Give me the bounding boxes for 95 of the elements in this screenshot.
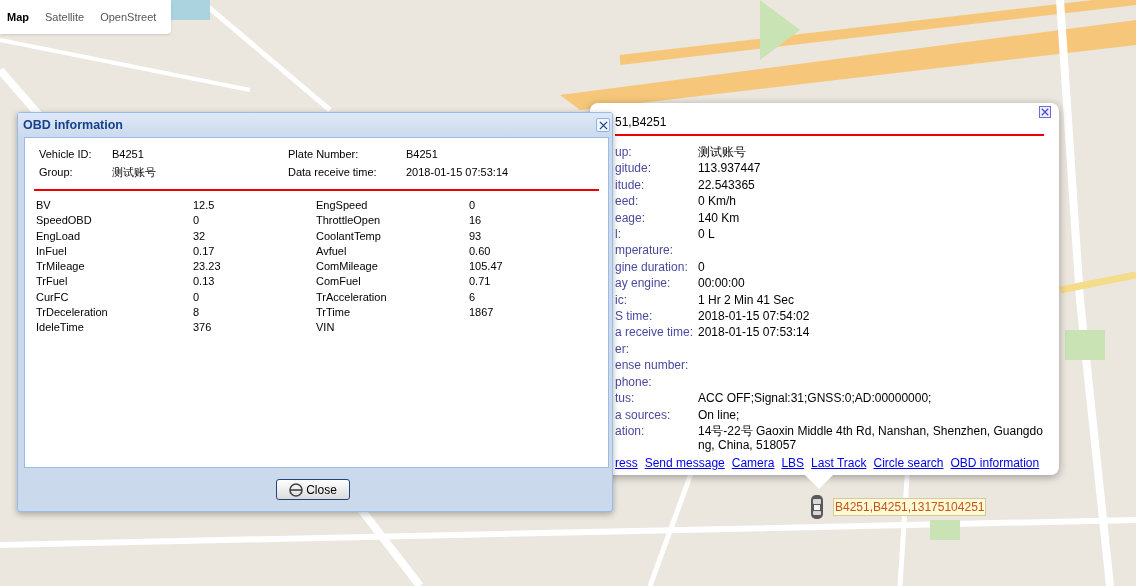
obd-parameter: TrTime: [316, 304, 351, 320]
field-value: 2018-01-15 07:53:14: [698, 324, 811, 341]
close-button[interactable]: Close: [276, 479, 350, 500]
field-value: ACC OFF;Signal:31;GNSS:0;AD:00000000;: [698, 390, 933, 407]
map-type-tab[interactable]: OpenStreet: [95, 0, 162, 34]
header-label: Plate Number:: [288, 147, 360, 162]
popup-link[interactable]: Send message: [644, 454, 725, 471]
field-value: 22.543365: [698, 176, 756, 194]
obd-value: 8: [193, 304, 201, 320]
obd-value: 93: [469, 228, 483, 244]
obd-value: 0: [193, 289, 201, 305]
popup-title: 51,B4251: [615, 114, 668, 130]
popup-link[interactable]: OBD information: [950, 454, 1040, 471]
close-icon: [1041, 108, 1049, 116]
obd-value: 0.60: [469, 243, 492, 259]
obd-parameter: InFuel: [36, 243, 68, 259]
field-label: eage:: [615, 209, 647, 227]
obd-parameter: BV: [36, 198, 52, 213]
field-label: eed:: [615, 193, 640, 210]
obd-value: 12.5: [193, 198, 216, 213]
field-value: On line;: [698, 406, 741, 423]
obd-parameter: ThrottleOpen: [316, 213, 382, 229]
header-label: Data receive time:: [288, 165, 378, 180]
popup-link[interactable]: Last Track: [811, 454, 867, 471]
obd-value: 105.47: [469, 259, 504, 274]
obd-value: 16: [469, 213, 483, 229]
field-value: 测试账号: [698, 144, 747, 161]
obd-parameter: CurFC: [36, 289, 70, 305]
obd-value: 32: [193, 228, 207, 244]
obd-value: 0: [469, 198, 477, 213]
header-label: Group:: [39, 165, 74, 180]
obd-value: 376: [193, 320, 213, 335]
obd-value: 1867: [469, 304, 495, 320]
field-value: 00:00:00: [698, 275, 746, 292]
popup-link[interactable]: Camera: [731, 454, 775, 471]
close-circle-icon: [289, 482, 304, 497]
obd-parameter: ComMileage: [316, 259, 379, 274]
obd-value: 0.17: [193, 243, 216, 259]
field-label: a sources:: [615, 406, 672, 423]
vehicle-label: B4251,B4251,13175104251: [833, 498, 987, 516]
field-value: 0 L: [698, 226, 716, 243]
obd-parameter: Avfuel: [316, 243, 348, 259]
field-label: ic:: [615, 291, 628, 309]
header-label: Vehicle ID:: [39, 147, 93, 162]
header-value: B4251: [406, 147, 439, 162]
obd-value: 0.71: [469, 274, 492, 290]
obd-parameter: TrFuel: [36, 274, 69, 290]
header-value: 测试账号: [112, 165, 157, 180]
popup-link[interactable]: ress: [615, 454, 638, 471]
obd-parameter: EngSpeed: [316, 198, 369, 213]
field-label: mperature:: [615, 242, 675, 259]
field-label: ense number:: [615, 357, 690, 374]
field-label: up:: [615, 144, 633, 161]
field-label: ation:: [615, 422, 646, 440]
field-label: a receive time:: [615, 324, 695, 341]
field-value: 0: [698, 258, 706, 276]
obd-parameter: ComFuel: [316, 274, 362, 290]
field-value: 140 Km: [698, 209, 741, 227]
field-label: itude:: [615, 176, 646, 194]
popup-close-button[interactable]: [1039, 106, 1051, 118]
popup-link[interactable]: LBS: [781, 454, 805, 471]
map-type-tab[interactable]: Map: [2, 0, 34, 34]
field-value: 0 Km/h: [698, 193, 737, 210]
field-label: ay engine:: [615, 275, 672, 292]
obd-parameter: SpeedOBD: [36, 213, 93, 229]
dialog-title: OBD information: [23, 116, 123, 134]
field-label: l:: [615, 226, 622, 243]
field-value: 2018-01-15 07:54:02: [698, 308, 811, 325]
header-value: B4251: [112, 147, 145, 162]
close-icon: [598, 120, 608, 130]
field-label: phone:: [615, 373, 653, 391]
map-type-tab[interactable]: Satellite: [40, 0, 90, 34]
field-label: er:: [615, 340, 630, 358]
obd-parameter: TrMileage: [36, 259, 86, 274]
obd-parameter: EngLoad: [36, 228, 82, 244]
popup-link[interactable]: Circle search: [873, 454, 944, 471]
header-value: 2018-01-15 07:53:14: [406, 165, 510, 180]
field-label: tus:: [615, 390, 636, 407]
obd-parameter: TrAcceleration: [316, 289, 388, 305]
obd-value: 0.13: [193, 274, 216, 290]
obd-value: 6: [469, 289, 477, 305]
obd-parameter: TrDeceleration: [36, 304, 109, 320]
obd-value: 0: [193, 213, 201, 229]
obd-value: 23.23: [193, 259, 222, 274]
field-value: 1 Hr 2 Min 41 Sec: [698, 291, 796, 309]
field-label: gine duration:: [615, 258, 689, 276]
field-value: 113.937447: [698, 160, 762, 177]
obd-parameter: VIN: [316, 320, 336, 335]
field-value: 14号-22号 Gaoxin Middle 4th Rd, Nanshan, Shenzhen, Guangdong, China, 518057: [698, 422, 1044, 453]
obd-parameter: CoolantTemp: [316, 228, 382, 244]
car-icon: [810, 494, 824, 520]
obd-parameter: IdeleTime: [36, 320, 85, 335]
dialog-close-button[interactable]: [596, 118, 610, 132]
field-label: S time:: [615, 308, 654, 325]
field-label: gitude:: [615, 160, 653, 177]
